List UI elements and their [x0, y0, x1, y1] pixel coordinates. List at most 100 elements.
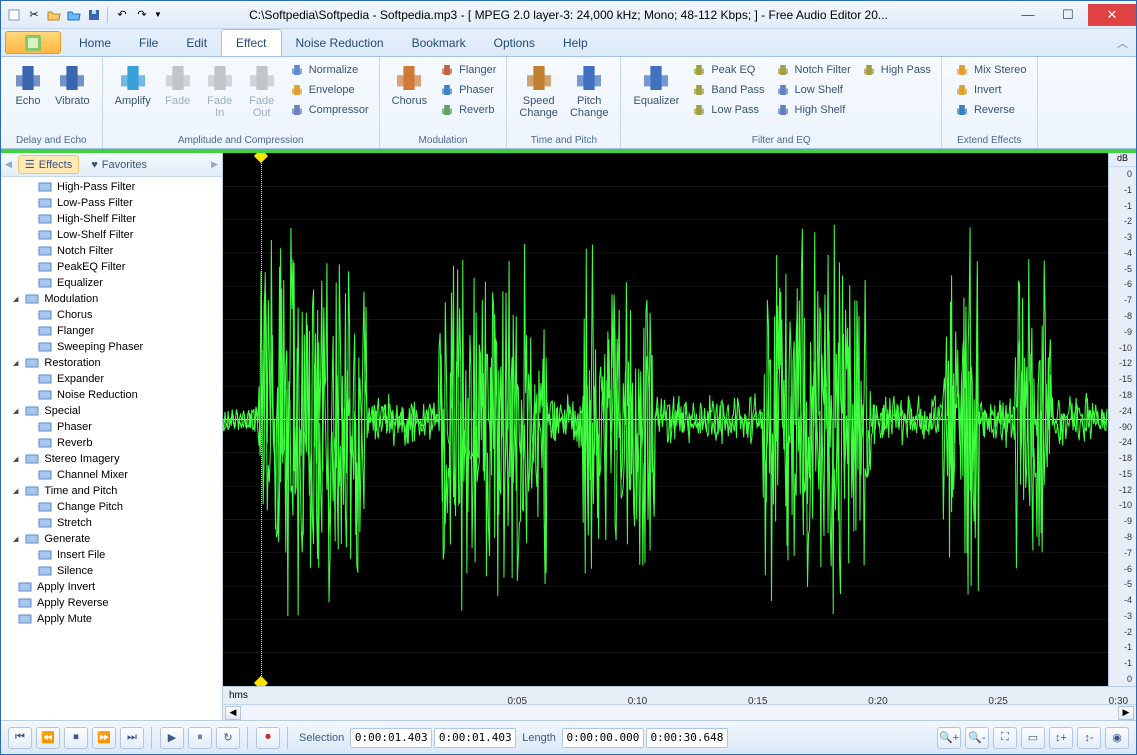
sidebar-nav-right[interactable]: ▶: [211, 159, 218, 170]
zoom-vertical-out[interactable]: ↕-: [1077, 727, 1101, 749]
mix-stereo-button[interactable]: Mix Stereo: [950, 61, 1031, 79]
tree-item-restoration[interactable]: Restoration: [1, 355, 222, 371]
tree-item-low-pass-filter[interactable]: Low-Pass Filter: [1, 195, 222, 211]
transport-play[interactable]: ▶: [160, 727, 184, 749]
zoom-in[interactable]: 🔍+: [937, 727, 961, 749]
normalize-button[interactable]: Normalize: [285, 61, 373, 79]
selection-start-field[interactable]: 0:00:01.403: [350, 728, 432, 748]
transport-stop[interactable]: ⏹: [64, 727, 88, 749]
tree-item-special[interactable]: Special: [1, 403, 222, 419]
tree-item-noise-reduction[interactable]: Noise Reduction: [1, 387, 222, 403]
tree-item-reverb[interactable]: Reverb: [1, 435, 222, 451]
notch-filter-button[interactable]: Notch Filter: [771, 61, 855, 79]
tree-item-notch-filter[interactable]: Notch Filter: [1, 243, 222, 259]
tree-item-time-and-pitch[interactable]: Time and Pitch: [1, 483, 222, 499]
qat-save-icon[interactable]: [85, 6, 103, 24]
speed-change-button[interactable]: SpeedChange: [513, 61, 564, 121]
echo-button[interactable]: Echo: [7, 61, 49, 109]
zoom-out[interactable]: 🔍-: [965, 727, 989, 749]
amplify-button[interactable]: Amplify: [109, 61, 157, 109]
low-shelf-button[interactable]: Low Shelf: [771, 81, 855, 99]
length-end-field[interactable]: 0:00:30.648: [646, 728, 728, 748]
sidebar-tab-effects[interactable]: ☰Effects: [18, 155, 79, 174]
qat-cut-icon[interactable]: ✂: [25, 6, 43, 24]
ribbon-collapse-icon[interactable]: ︿: [1117, 29, 1136, 56]
tab-home[interactable]: Home: [65, 29, 125, 56]
waveform-canvas[interactable]: [223, 153, 1108, 686]
transport-begin[interactable]: ⏮: [8, 727, 32, 749]
tab-edit[interactable]: Edit: [172, 29, 221, 56]
tree-item-equalizer[interactable]: Equalizer: [1, 275, 222, 291]
tree-item-low-shelf-filter[interactable]: Low-Shelf Filter: [1, 227, 222, 243]
app-menu-button[interactable]: [5, 31, 61, 54]
tab-effect[interactable]: Effect: [221, 29, 281, 56]
qat-new-icon[interactable]: [5, 6, 23, 24]
tree-item-apply-mute[interactable]: Apply Mute: [1, 611, 222, 627]
pitch-change-button[interactable]: PitchChange: [564, 61, 615, 121]
sidebar-scroll[interactable]: High-Pass FilterLow-Pass FilterHigh-Shel…: [1, 177, 222, 720]
transport-record[interactable]: ⏺: [256, 727, 280, 749]
qat-open-icon[interactable]: [45, 6, 63, 24]
tree-item-modulation[interactable]: Modulation: [1, 291, 222, 307]
tree-item-silence[interactable]: Silence: [1, 563, 222, 579]
tree-item-apply-reverse[interactable]: Apply Reverse: [1, 595, 222, 611]
tree-item-flanger[interactable]: Flanger: [1, 323, 222, 339]
chorus-button[interactable]: Chorus: [386, 61, 433, 109]
low-pass-button[interactable]: Low Pass: [687, 101, 768, 119]
tree-item-stretch[interactable]: Stretch: [1, 515, 222, 531]
tree-item-chorus[interactable]: Chorus: [1, 307, 222, 323]
transport-rewind[interactable]: ⏪: [36, 727, 60, 749]
tree-item-phaser[interactable]: Phaser: [1, 419, 222, 435]
tab-options[interactable]: Options: [480, 29, 549, 56]
zoom-selection[interactable]: ▭: [1021, 727, 1045, 749]
tree-item-high-pass-filter[interactable]: High-Pass Filter: [1, 179, 222, 195]
selection-end-field[interactable]: 0:00:01.403: [434, 728, 516, 748]
reverse-button[interactable]: Reverse: [950, 101, 1031, 119]
sidebar-nav-left[interactable]: ◀: [5, 159, 12, 170]
compressor-button[interactable]: Compressor: [285, 101, 373, 119]
vibrato-button[interactable]: Vibrato: [49, 61, 96, 109]
band-pass-button[interactable]: Band Pass: [687, 81, 768, 99]
envelope-button[interactable]: Envelope: [285, 81, 373, 99]
flanger-button[interactable]: Flanger: [435, 61, 500, 79]
length-start-field[interactable]: 0:00:00.000: [562, 728, 644, 748]
high-shelf-button[interactable]: High Shelf: [771, 101, 855, 119]
scroll-right[interactable]: ▶: [1118, 706, 1134, 720]
qat-redo-icon[interactable]: ↷: [133, 6, 151, 24]
tab-bookmark[interactable]: Bookmark: [398, 29, 480, 56]
tree-item-expander[interactable]: Expander: [1, 371, 222, 387]
minimize-button[interactable]: —: [1008, 4, 1048, 26]
high-pass-button[interactable]: High Pass: [857, 61, 935, 79]
tree-item-change-pitch[interactable]: Change Pitch: [1, 499, 222, 515]
scroll-track[interactable]: [241, 706, 1118, 720]
sidebar-tab-favorites[interactable]: ♥Favorites: [85, 157, 153, 173]
tab-file[interactable]: File: [125, 29, 172, 56]
zoom-vertical-in[interactable]: ↕+: [1049, 727, 1073, 749]
close-button[interactable]: ✕: [1088, 4, 1136, 26]
equalizer-button[interactable]: Equalizer: [627, 61, 685, 109]
transport-pause[interactable]: ⏸: [188, 727, 212, 749]
transport-forward[interactable]: ⏩: [92, 727, 116, 749]
scroll-left[interactable]: ◀: [225, 706, 241, 720]
qat-open2-icon[interactable]: [65, 6, 83, 24]
transport-loop[interactable]: ↻: [216, 727, 240, 749]
tree-item-generate[interactable]: Generate: [1, 531, 222, 547]
reverb-button[interactable]: Reverb: [435, 101, 500, 119]
transport-end[interactable]: ⏭: [120, 727, 144, 749]
tree-item-high-shelf-filter[interactable]: High-Shelf Filter: [1, 211, 222, 227]
peak-eq-button[interactable]: Peak EQ: [687, 61, 768, 79]
tree-item-apply-invert[interactable]: Apply Invert: [1, 579, 222, 595]
tree-item-insert-file[interactable]: Insert File: [1, 547, 222, 563]
tree-item-stereo-imagery[interactable]: Stereo Imagery: [1, 451, 222, 467]
tree-item-peakeq-filter[interactable]: PeakEQ Filter: [1, 259, 222, 275]
maximize-button[interactable]: ☐: [1048, 4, 1088, 26]
qat-undo-icon[interactable]: ↶: [113, 6, 131, 24]
phaser-button[interactable]: Phaser: [435, 81, 500, 99]
tab-help[interactable]: Help: [549, 29, 602, 56]
zoom-fit[interactable]: ⛶: [993, 727, 1017, 749]
zoom-reset[interactable]: ◉: [1105, 727, 1129, 749]
tree-item-sweeping-phaser[interactable]: Sweeping Phaser: [1, 339, 222, 355]
tab-noise-reduction[interactable]: Noise Reduction: [282, 29, 398, 56]
tree-item-channel-mixer[interactable]: Channel Mixer: [1, 467, 222, 483]
invert-button[interactable]: Invert: [950, 81, 1031, 99]
